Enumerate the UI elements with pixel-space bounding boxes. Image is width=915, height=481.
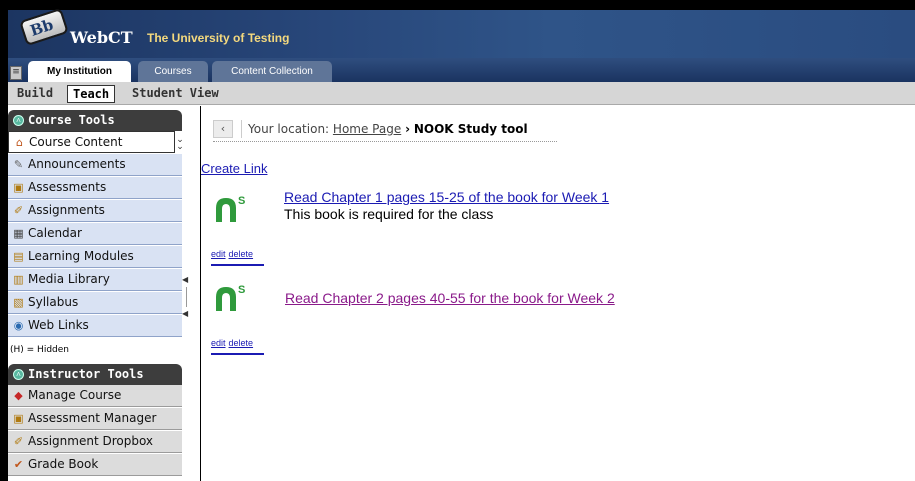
window-left-edge — [0, 0, 8, 481]
weblink-icon: ◉ — [13, 319, 24, 332]
sidebar-item-assignment-dropbox[interactable]: ✐ Assignment Dropbox — [8, 431, 182, 453]
brand-name: WebCT — [70, 28, 133, 47]
edit-link[interactable]: edit — [211, 249, 226, 259]
calendar-icon: ▦ — [13, 227, 24, 240]
svg-text:S: S — [238, 284, 245, 296]
home-icon: ⌂ — [16, 136, 23, 149]
sidebar-item-label: Grade Book — [28, 457, 99, 471]
assignment-icon: ✐ — [13, 204, 24, 217]
announcement-icon: ✎ — [13, 158, 24, 171]
tab-content-collection[interactable]: Content Collection — [212, 61, 332, 82]
sidebar-item-label: Calendar — [28, 226, 82, 240]
instructor-tools-header[interactable]: ˄ Instructor Tools — [8, 364, 182, 385]
sidebar-item-label: Assessment Manager — [28, 411, 157, 425]
tab-my-institution[interactable]: My Institution — [28, 61, 131, 82]
breadcrumb-chevron: › — [405, 122, 411, 136]
gradebook-icon: ✔ — [13, 458, 24, 471]
sidebar-item-manage-course[interactable]: ◆ Manage Course — [8, 385, 182, 407]
sidebar-item-announcements[interactable]: ✎ Announcements — [8, 154, 182, 176]
tab-courses[interactable]: Courses — [138, 61, 208, 82]
create-link-button[interactable]: Create Link — [201, 161, 267, 176]
module-icon: ▤ — [13, 250, 24, 263]
actions-underline — [211, 353, 264, 355]
instructor-tools-title: Instructor Tools — [28, 367, 144, 381]
sidebar-item-assignments[interactable]: ✐ Assignments — [8, 200, 182, 222]
teach-mode-button[interactable]: Teach — [67, 85, 116, 103]
manage-icon: ◆ — [14, 389, 23, 402]
sidebar-item-assessments[interactable]: ▣ Assessments — [8, 177, 182, 199]
sidebar-item-label: Assessments — [28, 180, 107, 194]
entry-title-link[interactable]: Read Chapter 2 pages 40-55 for the book … — [285, 290, 615, 306]
sidebar-item-label: Syllabus — [28, 295, 79, 309]
sidebar-item-label: Web Links — [28, 318, 89, 332]
sidebar-item-learning-modules[interactable]: ▤ Learning Modules — [8, 246, 182, 268]
sidebar-item-assessment-manager[interactable]: ▣ Assessment Manager — [8, 408, 182, 430]
sidebar-item-web-links[interactable]: ◉ Web Links — [8, 315, 182, 337]
collapse-circle-icon[interactable]: ˄ — [13, 369, 24, 380]
sidebar-item-grade-book[interactable]: ✔ Grade Book — [8, 454, 182, 476]
sidebar-item-media-library[interactable]: ▥ Media Library — [8, 269, 182, 291]
splitter-line — [186, 287, 187, 307]
breadcrumb-text: Your location: Home Page › NOOK Study to… — [248, 122, 528, 136]
sidebar-item-label: Media Library — [28, 272, 110, 286]
actions-underline — [211, 264, 264, 266]
sidebar-resize-handle[interactable]: ◀ ◀ — [180, 275, 194, 323]
sidebar-item-label: Course Content — [29, 135, 123, 149]
edit-link[interactable]: edit — [211, 338, 226, 348]
entry-title-link[interactable]: Read Chapter 1 pages 15-25 of the book f… — [284, 189, 609, 205]
breadcrumb-current: NOOK Study tool — [413, 122, 528, 136]
course-tools-header[interactable]: ˄ Course Tools — [8, 110, 182, 131]
tab-menu-handle-icon[interactable]: ≡ — [10, 66, 22, 80]
syllabus-icon: ▧ — [13, 296, 24, 309]
entry-actions: edit delete — [211, 338, 256, 348]
sidebar-item-label: Learning Modules — [28, 249, 134, 263]
student-view-button[interactable]: Student View — [127, 85, 224, 103]
hidden-legend: (H) = Hidden — [8, 342, 182, 358]
double-chevron-down-icon[interactable]: ⌄ ⌄ — [176, 136, 184, 152]
nook-study-icon: S — [216, 284, 245, 311]
collapse-circle-icon[interactable]: ˄ — [13, 115, 24, 126]
sidebar: ˄ Course Tools ⌂ Course Content ⌄ ⌄ ✎ Ann… — [8, 106, 198, 481]
dropbox-icon: ✐ — [13, 435, 24, 448]
sidebar-item-calendar[interactable]: ▦ Calendar — [8, 223, 182, 245]
assessment-manager-icon: ▣ — [13, 412, 24, 425]
sidebar-item-label: Manage Course — [28, 388, 122, 402]
header-banner — [8, 10, 915, 58]
build-mode-button[interactable]: Build — [12, 85, 58, 103]
course-tools-title: Course Tools — [28, 113, 115, 127]
breadcrumb-prefix: Your location: — [248, 122, 330, 136]
sidebar-item-label: Assignments — [28, 203, 105, 217]
delete-link[interactable]: delete — [229, 249, 254, 259]
institution-name: The University of Testing — [147, 31, 290, 45]
window-top-edge — [0, 0, 915, 10]
sidebar-item-label: Announcements — [28, 157, 126, 171]
delete-link[interactable]: delete — [229, 338, 254, 348]
sidebar-item-syllabus[interactable]: ▧ Syllabus — [8, 292, 182, 314]
logo-text: Bb — [27, 15, 56, 40]
nook-study-icon: S — [216, 195, 245, 222]
breadcrumb-separator — [241, 120, 242, 138]
sidebar-item-course-content[interactable]: ⌂ Course Content — [8, 131, 175, 153]
breadcrumb: ‹ Your location: Home Page › NOOK Study … — [213, 118, 557, 142]
sidebar-item-label: Assignment Dropbox — [28, 434, 154, 448]
breadcrumb-home-link[interactable]: Home Page — [333, 122, 401, 136]
back-arrow-button[interactable]: ‹ — [213, 120, 233, 138]
svg-text:S: S — [238, 195, 245, 207]
collapse-left-arrow-icon[interactable]: ◀ — [182, 309, 188, 318]
entry-description: This book is required for the class — [284, 206, 494, 222]
collapse-left-arrow-icon[interactable]: ◀ — [182, 275, 188, 284]
media-icon: ▥ — [13, 273, 24, 286]
entry-actions: edit delete — [211, 249, 256, 259]
assessment-icon: ▣ — [13, 181, 24, 194]
